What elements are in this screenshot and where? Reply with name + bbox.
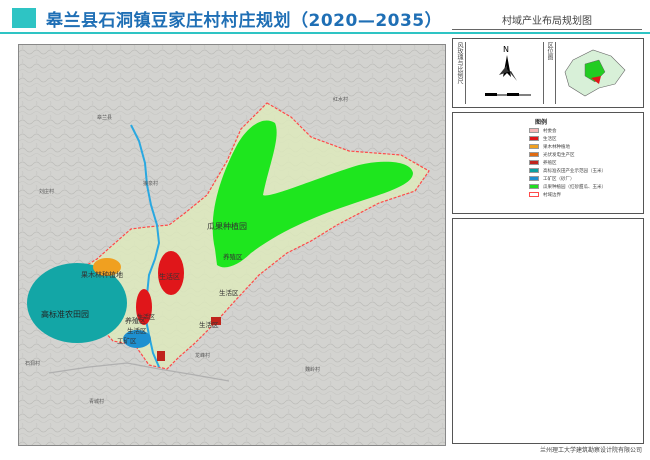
map-svg: 瓜果种植园 高标准农田园 果木林种植地 生活区 养殖区 工矿区 生活区 养殖区 … <box>19 45 445 445</box>
legend-swatch <box>529 176 539 181</box>
legend-label: 养殖区 <box>543 160 557 166</box>
place-name: 龙峰村 <box>195 352 210 359</box>
legend-label: 瓜果种植园（红砂甜瓜、玉米） <box>543 184 606 190</box>
legend-swatch <box>529 160 539 165</box>
north-arrow-icon: N <box>485 45 531 96</box>
place-name: 魏岭村 <box>305 366 320 373</box>
legend-label: 果木林种植地 <box>543 144 570 150</box>
legend-swatch <box>529 192 539 197</box>
footer-company: 兰州理工大学建筑勘察设计院有限公司 <box>539 447 642 454</box>
scale-side-label: 风玫瑰与比例尺 <box>455 42 466 104</box>
label-east2: 生活区 <box>219 288 239 297</box>
planning-map[interactable]: 瓜果种植园 高标准农田园 果木林种植地 生活区 养殖区 工矿区 生活区 养殖区 … <box>18 44 446 446</box>
legend-label: 村域边界 <box>543 192 561 198</box>
legend-swatch <box>529 144 539 149</box>
label-red-north: 生活区 <box>159 272 180 281</box>
label-east1: 养殖区 <box>223 252 243 261</box>
legend-item: 光伏发电生产区 <box>529 151 575 158</box>
title-color-block <box>12 8 36 28</box>
title-rule <box>0 32 650 34</box>
legend-item: 养殖区 <box>529 159 557 166</box>
label-green: 瓜果种植园 <box>207 221 247 231</box>
compass-scale-panel: 风玫瑰与比例尺 区位图 N <box>452 38 644 108</box>
place-name: 皋兰县 <box>97 114 112 121</box>
legend-item: 村委会 <box>529 127 557 134</box>
place-name: 刘庄村 <box>39 188 54 195</box>
place-name: 石洞村 <box>25 360 40 367</box>
legend-item: 工矿区（砂厂） <box>529 175 575 182</box>
legend-swatch <box>529 128 539 133</box>
notes-panel <box>452 218 644 444</box>
label-south: 生活区 <box>199 320 219 329</box>
zone-darkred-river[interactable] <box>157 351 165 361</box>
legend-label: 村委会 <box>543 128 557 134</box>
legend-item: 果木林种植地 <box>529 143 570 150</box>
map-subtitle: 村域产业布局规划图 <box>452 12 642 30</box>
legend-panel: 图例 村委会 生活区 果木林种植地 光伏发电生产区 养殖区 高标准农田产业示范园… <box>452 112 644 214</box>
legend-label: 生活区 <box>543 136 557 142</box>
legend-item: 生活区 <box>529 135 557 142</box>
legend-label: 工矿区（砂厂） <box>543 176 575 182</box>
page-title: 皋兰县石洞镇豆家庄村村庄规划（2020—2035） <box>46 11 443 31</box>
label-red-mid: 生活区 <box>137 313 155 321</box>
place-name: 红水村 <box>333 96 348 103</box>
location-map-icon <box>564 49 626 97</box>
legend-label: 高标准农田产业示范园（玉米） <box>543 168 606 174</box>
place-name: 青城村 <box>89 398 104 405</box>
legend-item: 村域边界 <box>529 191 561 198</box>
legend-swatch <box>529 136 539 141</box>
legend-swatch <box>529 168 539 173</box>
legend-title: 图例 <box>535 119 548 126</box>
north-label: N <box>503 45 509 54</box>
place-name: 狼泉村 <box>143 180 158 187</box>
legend-swatch <box>529 152 539 157</box>
legend-item: 瓜果种植园（红砂甜瓜、玉米） <box>529 183 606 190</box>
label-gongkuang: 工矿区 <box>117 336 137 345</box>
legend-swatch <box>529 184 539 189</box>
legend-label: 光伏发电生产区 <box>543 152 575 158</box>
label-shengtai: 生活区 <box>127 326 147 335</box>
legend-item: 高标准农田产业示范园（玉米） <box>529 167 606 174</box>
label-orange: 果木林种植地 <box>81 270 123 279</box>
label-teal: 高标准农田园 <box>41 309 89 319</box>
